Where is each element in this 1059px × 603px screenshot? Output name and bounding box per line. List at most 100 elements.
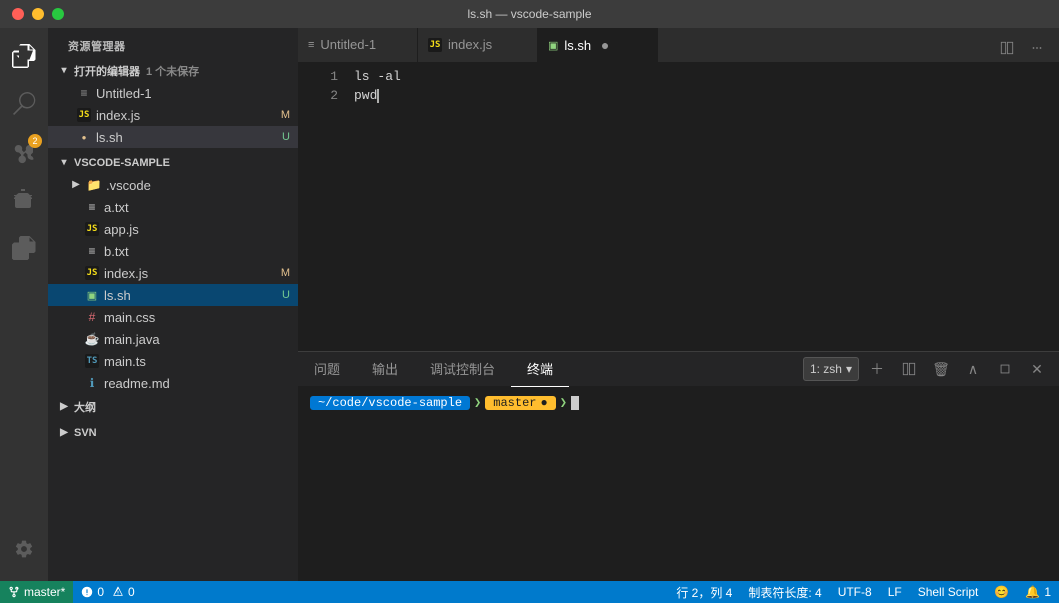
file-atxt[interactable]: ≡ a.txt bbox=[48, 196, 298, 218]
tab-lssh[interactable]: ▣ ls.sh ● bbox=[538, 28, 658, 62]
new-terminal-button[interactable]: ＋ bbox=[863, 355, 891, 383]
panel-tab-output[interactable]: 输出 bbox=[356, 352, 414, 387]
tab-size-status[interactable]: 制表符长度: 4 bbox=[740, 581, 829, 603]
tab-bar-actions bbox=[993, 34, 1059, 62]
git-branch-label: master* bbox=[24, 585, 65, 599]
file-maincss-name: main.css bbox=[104, 310, 298, 325]
tab-size-label: 制表符长度: 4 bbox=[748, 584, 821, 601]
md-icon: ℹ bbox=[84, 375, 100, 391]
search-activity-icon[interactable] bbox=[0, 80, 48, 128]
open-editor-indexjs[interactable]: JS index.js M bbox=[48, 104, 298, 126]
editor-area: ≡ Untitled-1 JS index.js ▣ ls.sh ● bbox=[298, 28, 1059, 581]
panel-tab-terminal[interactable]: 终端 bbox=[511, 352, 569, 387]
file-.vscode[interactable]: ▶ 📁 .vscode bbox=[48, 174, 298, 196]
terminal-name: 1: zsh bbox=[810, 362, 842, 376]
indexjs-modified-badge: M bbox=[281, 109, 290, 121]
extensions-activity-icon[interactable] bbox=[0, 224, 48, 272]
activity-bar: 2 bbox=[0, 28, 48, 581]
panel-tab-problems[interactable]: 问题 bbox=[298, 352, 356, 387]
tab-lssh-icon: ▣ bbox=[548, 39, 558, 52]
panel-area: 问题 输出 调试控制台 终端 1: zsh ▾ ＋ bbox=[298, 351, 1059, 581]
file-btxt[interactable]: ≡ b.txt bbox=[48, 240, 298, 262]
debug-activity-icon[interactable] bbox=[0, 176, 48, 224]
eol-label: LF bbox=[888, 585, 902, 599]
close-panel-button[interactable]: ✕ bbox=[1023, 355, 1051, 383]
txt-icon: ≡ bbox=[84, 199, 100, 215]
line-numbers: 1 2 bbox=[298, 63, 346, 351]
file-indexjs[interactable]: JS index.js M bbox=[48, 262, 298, 284]
outline-section[interactable]: ▶ 大纲 bbox=[48, 396, 298, 418]
panel-actions: 1: zsh ▾ ＋ 🗑 ∧ bbox=[803, 355, 1059, 383]
file-mainjava[interactable]: ☕ main.java bbox=[48, 328, 298, 350]
source-control-activity-icon[interactable]: 2 bbox=[0, 128, 48, 176]
file-readmemd[interactable]: ℹ readme.md bbox=[48, 372, 298, 394]
open-editors-sub: 1 个未保存 bbox=[146, 63, 199, 79]
outline-label: 大纲 bbox=[74, 399, 96, 415]
file-lssh[interactable]: ▣ ls.sh U bbox=[48, 284, 298, 306]
bell-icon: 🔔 bbox=[1025, 585, 1040, 599]
maximize-button[interactable] bbox=[52, 8, 64, 20]
svn-label: SVN bbox=[74, 427, 97, 439]
js-file-icon: JS bbox=[76, 107, 92, 123]
output-tab-label: 输出 bbox=[372, 359, 398, 378]
open-editor-indexjs-name: index.js bbox=[96, 108, 281, 123]
errors-status[interactable]: 0 0 bbox=[73, 581, 142, 603]
editor-scrollbar[interactable] bbox=[1049, 63, 1059, 351]
file-maints[interactable]: TS main.ts bbox=[48, 350, 298, 372]
window-title: ls.sh — vscode-sample bbox=[467, 7, 591, 21]
window-controls bbox=[12, 8, 64, 20]
open-editor-lssh[interactable]: ● ls.sh U bbox=[48, 126, 298, 148]
git-branch-status[interactable]: master* bbox=[0, 581, 73, 603]
ts-icon: TS bbox=[84, 353, 100, 369]
minimize-button[interactable] bbox=[32, 8, 44, 20]
notifications-status[interactable]: 🔔 1 bbox=[1017, 581, 1059, 603]
open-editor-untitled[interactable]: ≡ Untitled-1 bbox=[48, 82, 298, 104]
file-btxt-name: b.txt bbox=[104, 244, 298, 259]
cursor-position-status[interactable]: 行 2，列 4 bbox=[668, 581, 740, 603]
terminal-content[interactable]: ~/code/vscode-sample ❯ master ● ❯ bbox=[298, 387, 1059, 581]
tab-lssh-label: ls.sh bbox=[564, 38, 591, 53]
terminal-select[interactable]: 1: zsh ▾ bbox=[803, 357, 859, 381]
tab-lssh-close[interactable]: ● bbox=[597, 37, 613, 53]
settings-activity-icon[interactable] bbox=[0, 525, 48, 573]
notification-count: 1 bbox=[1044, 585, 1051, 599]
git-branch-name: master bbox=[493, 396, 536, 410]
terminal-git-branch: master ● bbox=[485, 396, 555, 410]
panel-tab-debug[interactable]: 调试控制台 bbox=[414, 352, 511, 387]
smiley-icon: 😊 bbox=[994, 585, 1009, 599]
code-area[interactable]: ls -al pwd bbox=[346, 63, 1049, 351]
svn-section[interactable]: ▶ SVN bbox=[48, 422, 298, 444]
editor-content[interactable]: 1 2 ls -al pwd bbox=[298, 63, 1059, 351]
warning-icon bbox=[112, 586, 124, 598]
file-indexjs-name: index.js bbox=[104, 266, 281, 281]
close-button[interactable] bbox=[12, 8, 24, 20]
indexjs-icon: JS bbox=[84, 265, 100, 281]
project-section[interactable]: ▾ VSCODE-SAMPLE bbox=[48, 152, 298, 174]
tab-indexjs-label: index.js bbox=[448, 37, 492, 52]
encoding-status[interactable]: UTF-8 bbox=[830, 581, 880, 603]
split-terminal-button[interactable] bbox=[895, 355, 923, 383]
tab-untitled[interactable]: ≡ Untitled-1 bbox=[298, 28, 418, 62]
terminal-prompt: ~/code/vscode-sample ❯ master ● ❯ bbox=[310, 395, 1047, 410]
file-readmemd-name: readme.md bbox=[104, 376, 298, 391]
file-appjs[interactable]: JS app.js bbox=[48, 218, 298, 240]
source-control-badge: 2 bbox=[28, 134, 42, 148]
language-label: Shell Script bbox=[918, 585, 979, 599]
restore-panel-button[interactable] bbox=[991, 355, 1019, 383]
debug-tab-label: 调试控制台 bbox=[430, 359, 495, 378]
terminal-path: ~/code/vscode-sample bbox=[310, 396, 470, 410]
maximize-panel-button[interactable]: ∧ bbox=[959, 355, 987, 383]
file-maincss[interactable]: # main.css bbox=[48, 306, 298, 328]
tab-indexjs[interactable]: JS index.js bbox=[418, 28, 538, 62]
more-actions-button[interactable] bbox=[1023, 34, 1051, 62]
language-status[interactable]: Shell Script bbox=[910, 581, 987, 603]
split-editor-button[interactable] bbox=[993, 34, 1021, 62]
smiley-status[interactable]: 😊 bbox=[986, 581, 1017, 603]
text-cursor bbox=[377, 89, 379, 103]
file-appjs-name: app.js bbox=[104, 222, 298, 237]
kill-terminal-button[interactable]: 🗑 bbox=[927, 355, 955, 383]
eol-status[interactable]: LF bbox=[880, 581, 910, 603]
files-activity-icon[interactable] bbox=[0, 32, 48, 80]
indexjs-badge: M bbox=[281, 267, 290, 279]
open-editors-section[interactable]: ▾ 打开的编辑器 1 个未保存 bbox=[48, 60, 298, 82]
